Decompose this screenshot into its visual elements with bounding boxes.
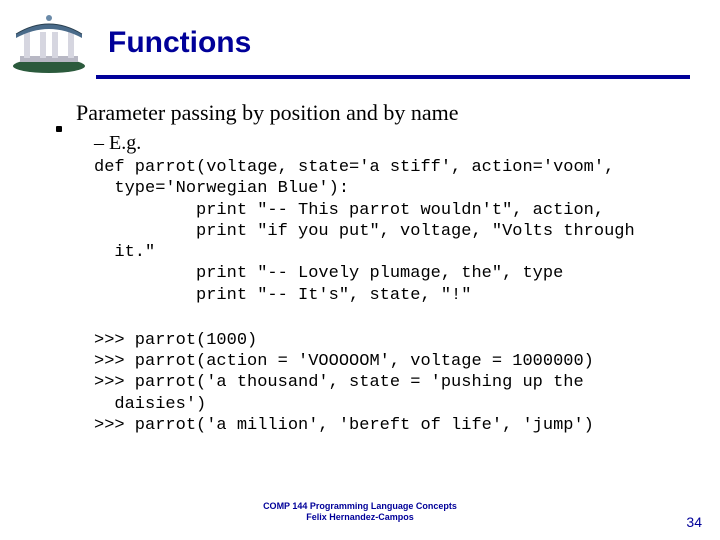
sub-bullet-text: – E.g. [94,132,680,155]
bullet-item: Parameter passing by position and by nam… [56,100,680,126]
page-number: 34 [686,514,702,530]
slide-header: Functions [0,0,720,74]
footer-author: Felix Hernandez-Campos [0,512,720,522]
slide-content: Parameter passing by position and by nam… [56,100,680,436]
footer-course: COMP 144 Programming Language Concepts [0,501,720,511]
logo-old-well [8,12,90,74]
code-block-definition: def parrot(voltage, state='a stiff', act… [94,157,680,306]
bullet-marker [56,126,62,132]
title-underline [96,75,690,79]
slide-title: Functions [108,26,251,60]
code-block-calls: >>> parrot(1000) >>> parrot(action = 'VO… [94,330,680,436]
slide-footer: COMP 144 Programming Language Concepts F… [0,501,720,522]
bullet-text: Parameter passing by position and by nam… [76,100,458,126]
